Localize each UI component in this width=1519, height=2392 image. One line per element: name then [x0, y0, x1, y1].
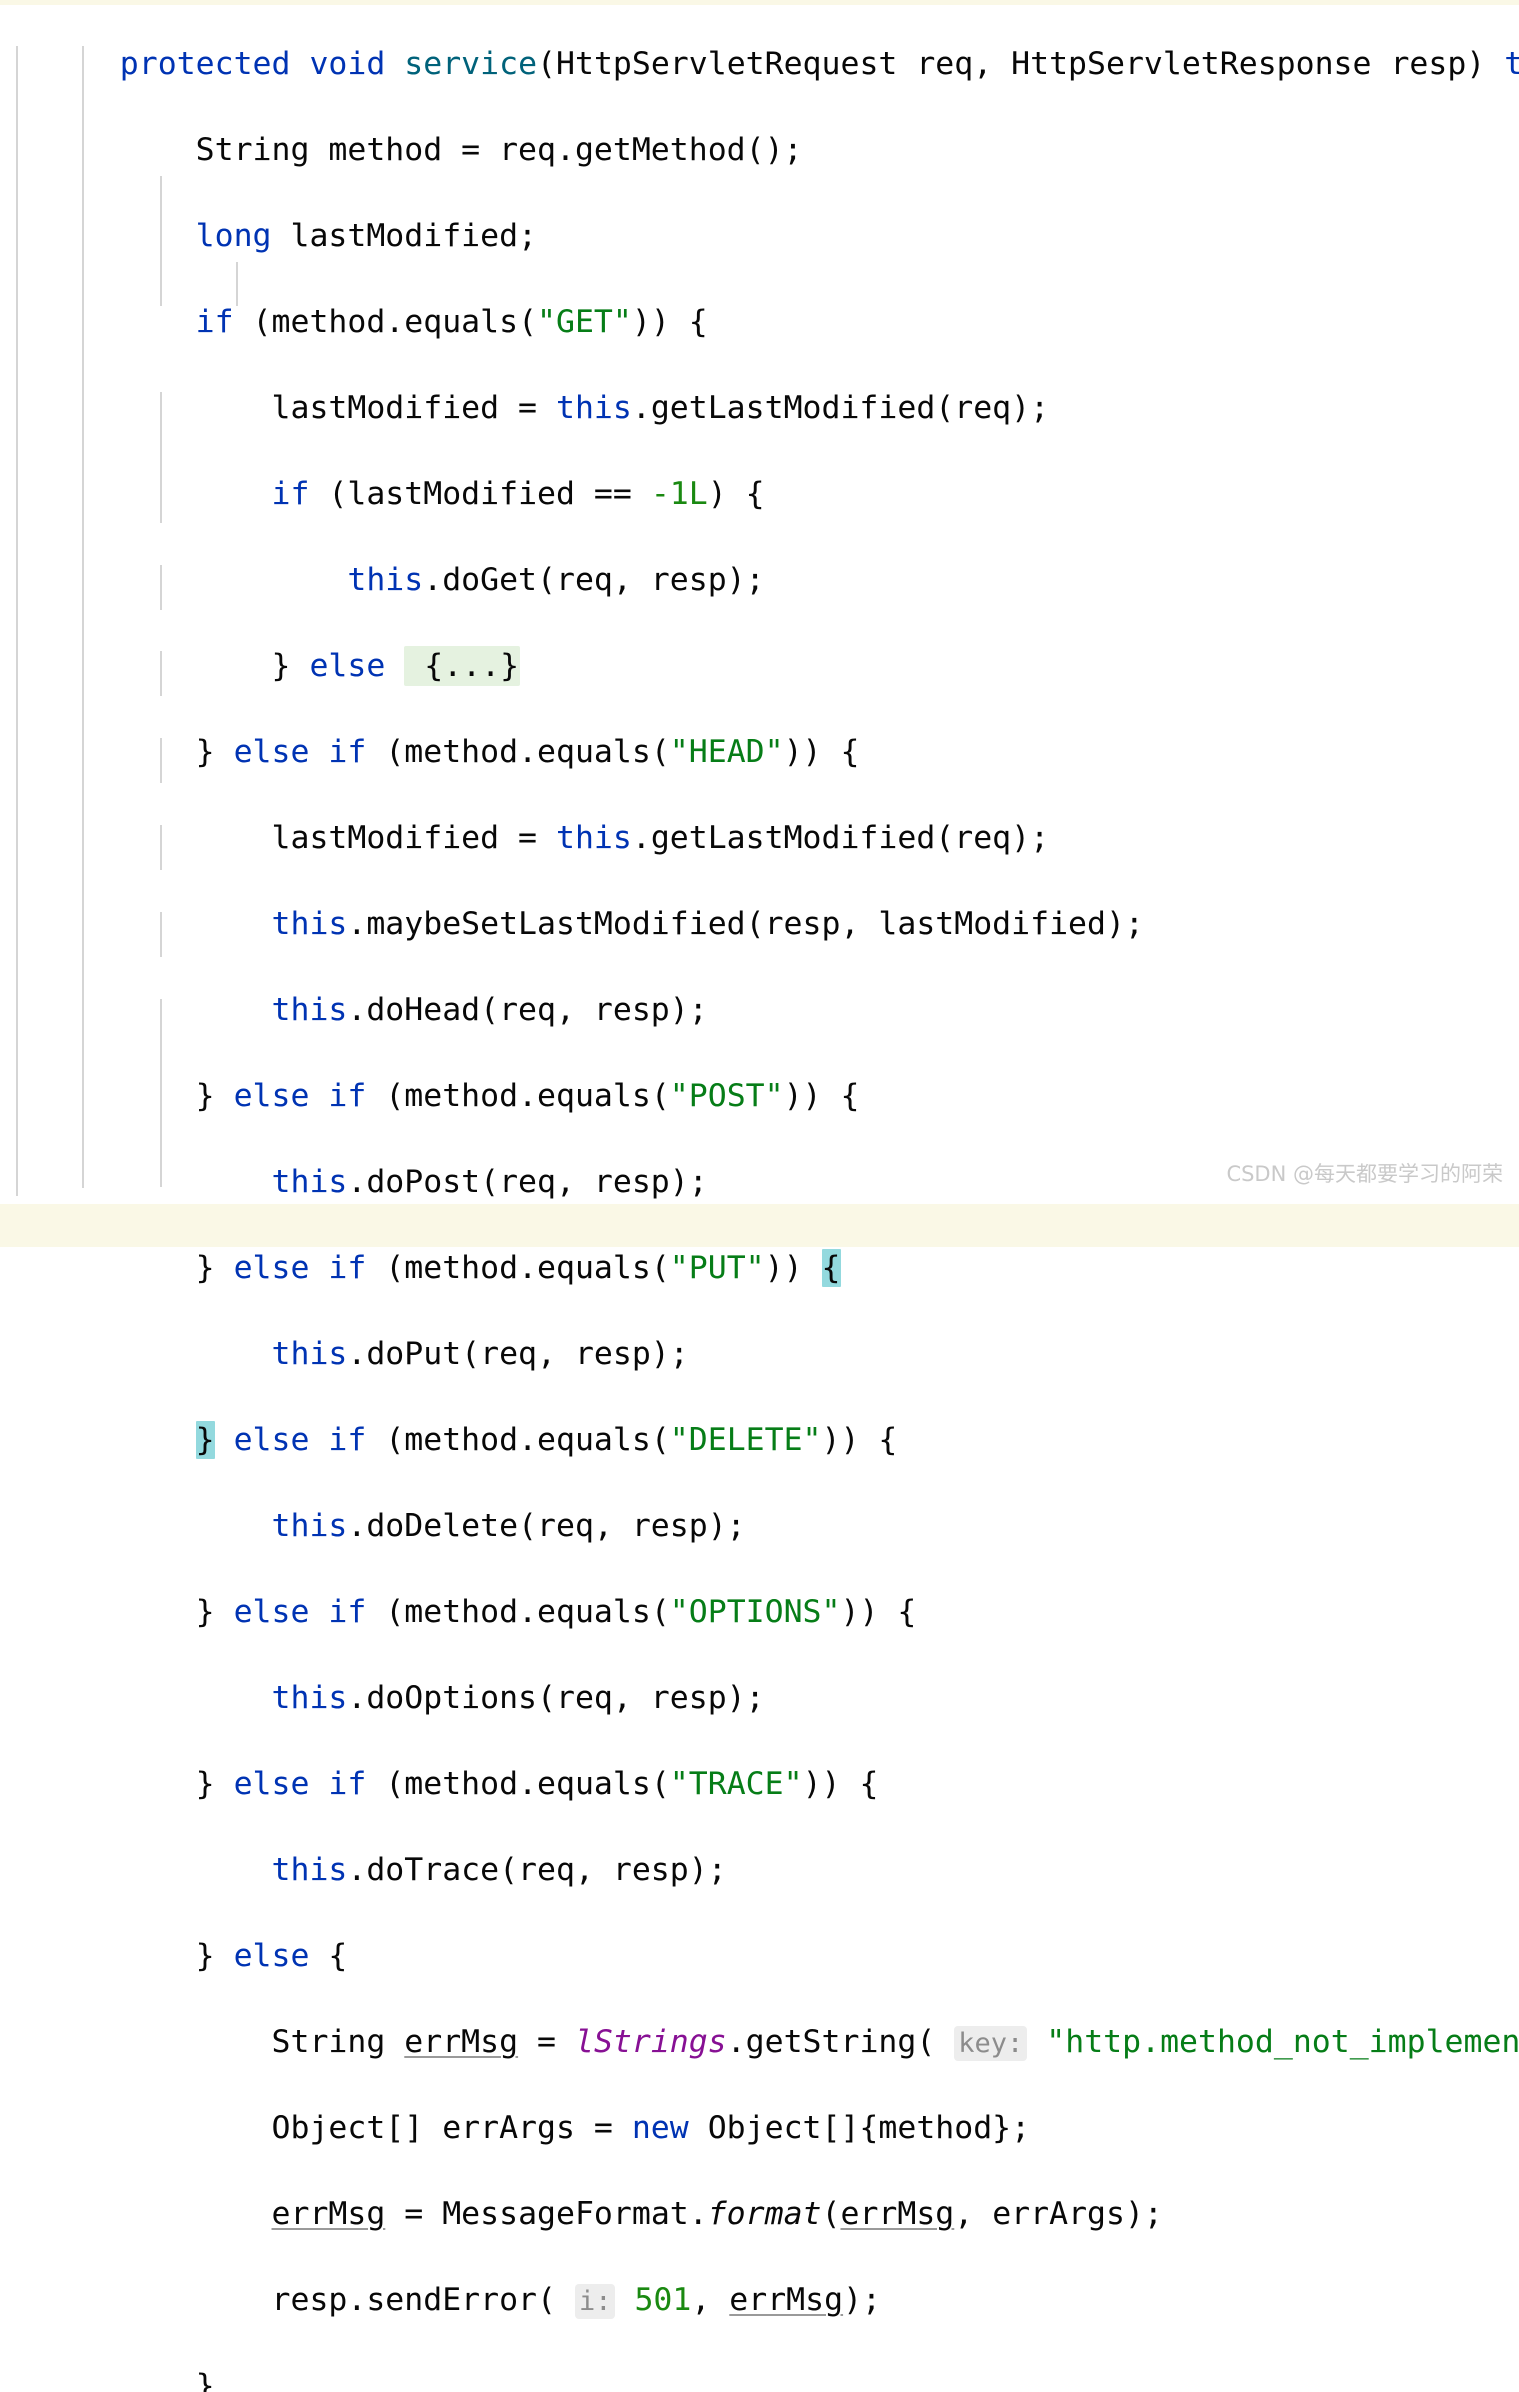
call-maybesetlastmodified: .maybeSetLastModified(resp, lastModified… — [347, 906, 1144, 942]
code-line-14[interactable]: this.doPost(req, resp); — [0, 1118, 1519, 1200]
keyword-if: if — [328, 734, 367, 770]
code-line-5[interactable]: lastModified = this.getLastModified(req)… — [0, 344, 1519, 426]
keyword-long: long — [195, 218, 272, 254]
closing-brace: } — [195, 2368, 215, 2392]
number-literal-501: 501 — [634, 2282, 692, 2318]
keyword-else: else — [233, 1250, 310, 1286]
code-line-4[interactable]: if (method.equals("GET")) { — [0, 258, 1519, 340]
call-dotrace: .doTrace(req, resp); — [347, 1852, 727, 1888]
keyword-if: if — [328, 1766, 367, 1802]
string-literal-trace: "TRACE" — [669, 1766, 803, 1802]
call-getlastmodified: .getLastModified(req); — [631, 820, 1050, 856]
code-line-16[interactable]: this.doPut(req, resp); — [0, 1290, 1519, 1372]
string-literal-get: "GET" — [537, 304, 632, 340]
code-line-18[interactable]: this.doDelete(req, resp); — [0, 1462, 1519, 1544]
string-literal-head: "HEAD" — [669, 734, 784, 770]
string-literal-post: "POST" — [669, 1078, 784, 1114]
code-line-20[interactable]: this.doOptions(req, resp); — [0, 1634, 1519, 1716]
keyword-protected: protected — [119, 46, 291, 82]
static-field-lstrings: lStrings — [574, 2024, 727, 2060]
keyword-if: if — [195, 304, 234, 340]
parameter-hint-key[interactable]: key: — [954, 2026, 1028, 2061]
keyword-if: if — [271, 476, 310, 512]
string-literal-resource-key: "http.method_not_implemented" — [1046, 2024, 1519, 2060]
keyword-this: this — [556, 390, 632, 426]
code-lines[interactable]: protected void service(HttpServletReques… — [0, 0, 1519, 2392]
code-line-21[interactable]: } else if (method.equals("TRACE")) { — [0, 1720, 1519, 1802]
keyword-this: this — [271, 1164, 348, 1200]
call-doput: .doPut(req, resp); — [347, 1336, 689, 1372]
keyword-this: this — [556, 820, 632, 856]
variable-errmsg: errMsg — [271, 2196, 386, 2232]
code-line-23[interactable]: } else { — [0, 1892, 1519, 1974]
code-line-7[interactable]: this.doGet(req, resp); — [0, 516, 1519, 598]
keyword-else: else — [233, 1594, 310, 1630]
keyword-this: this — [271, 1508, 348, 1544]
code-line-8[interactable]: } else {...} — [0, 602, 1519, 686]
statement-string-method: String method = req.getMethod(); — [195, 132, 803, 168]
code-line-25[interactable]: Object[] errArgs = new Object[]{method}; — [0, 2064, 1519, 2146]
keyword-throws: throws — [1504, 46, 1519, 82]
code-line-22[interactable]: this.doTrace(req, resp); — [0, 1806, 1519, 1888]
keyword-this: this — [271, 906, 348, 942]
code-line-24[interactable]: String errMsg = lStrings.getString( key:… — [0, 1978, 1519, 2061]
variable-errmsg-arg: errMsg — [729, 2282, 844, 2318]
code-line-1[interactable]: protected void service(HttpServletReques… — [0, 0, 1519, 82]
code-line-2[interactable]: String method = req.getMethod(); — [0, 86, 1519, 168]
code-line-27[interactable]: resp.sendError( i: 501, errMsg); — [0, 2236, 1519, 2319]
keyword-this: this — [347, 562, 424, 598]
keyword-if: if — [328, 1422, 367, 1458]
code-line-11[interactable]: this.maybeSetLastModified(resp, lastModi… — [0, 860, 1519, 942]
keyword-else: else — [233, 1766, 310, 1802]
keyword-void: void — [309, 46, 386, 82]
call-dopost: .doPost(req, resp); — [347, 1164, 708, 1200]
code-line-15-current[interactable]: } else if (method.equals("PUT")) { — [0, 1204, 1519, 1287]
code-line-26[interactable]: errMsg = MessageFormat.format(errMsg, er… — [0, 2150, 1519, 2232]
variable-errmsg: errMsg — [404, 2024, 519, 2060]
code-line-19[interactable]: } else if (method.equals("OPTIONS")) { — [0, 1548, 1519, 1630]
call-getlastmodified: .getLastModified(req); — [631, 390, 1050, 426]
method-name-service: service — [404, 46, 538, 82]
keyword-else: else — [233, 1422, 310, 1458]
keyword-this: this — [271, 1680, 348, 1716]
code-line-3[interactable]: long lastModified; — [0, 172, 1519, 254]
static-method-format: format — [707, 2196, 822, 2232]
string-literal-put: "PUT" — [669, 1250, 765, 1286]
csdn-watermark: CSDN @每天都要学习的阿荣 — [1226, 1162, 1503, 1186]
code-line-9[interactable]: } else if (method.equals("HEAD")) { — [0, 688, 1519, 770]
variable-errmsg-arg: errMsg — [840, 2196, 955, 2232]
method-parameters: (HttpServletRequest req, HttpServletResp… — [537, 46, 1505, 82]
matching-brace-close: } — [195, 1421, 215, 1459]
code-line-10[interactable]: lastModified = this.getLastModified(req)… — [0, 774, 1519, 856]
keyword-else: else — [309, 648, 386, 684]
keyword-new: new — [631, 2110, 689, 2146]
code-line-28[interactable]: } — [0, 2322, 1519, 2392]
code-line-12[interactable]: this.doHead(req, resp); — [0, 946, 1519, 1028]
keyword-else: else — [233, 1078, 310, 1114]
call-dodelete: .doDelete(req, resp); — [347, 1508, 746, 1544]
string-literal-delete: "DELETE" — [669, 1422, 822, 1458]
code-editor[interactable]: protected void service(HttpServletReques… — [0, 0, 1519, 2392]
code-line-13[interactable]: } else if (method.equals("POST")) { — [0, 1032, 1519, 1114]
number-literal-minus-1l: -1L — [650, 476, 708, 512]
call-dooptions: .doOptions(req, resp); — [347, 1680, 765, 1716]
keyword-if: if — [328, 1594, 367, 1630]
keyword-if: if — [328, 1078, 367, 1114]
array-init-errargs: Object[]{method}; — [688, 2110, 1031, 2146]
code-line-17[interactable]: } else if (method.equals("DELETE")) { — [0, 1376, 1519, 1459]
keyword-if: if — [328, 1250, 367, 1286]
keyword-this: this — [271, 1852, 348, 1888]
keyword-this: this — [271, 992, 348, 1028]
keyword-else: else — [233, 1938, 310, 1974]
code-line-6[interactable]: if (lastModified == -1L) { — [0, 430, 1519, 512]
keyword-else: else — [233, 734, 310, 770]
parameter-hint-i[interactable]: i: — [574, 2284, 616, 2319]
call-dohead: .doHead(req, resp); — [347, 992, 708, 1028]
call-doget: .doGet(req, resp); — [423, 562, 765, 598]
string-literal-options: "OPTIONS" — [669, 1594, 841, 1630]
declaration-lastmodified: lastModified; — [271, 218, 538, 254]
folded-code-block[interactable]: {...} — [404, 646, 521, 686]
matching-brace-open: { — [821, 1249, 841, 1287]
keyword-this: this — [271, 1336, 348, 1372]
